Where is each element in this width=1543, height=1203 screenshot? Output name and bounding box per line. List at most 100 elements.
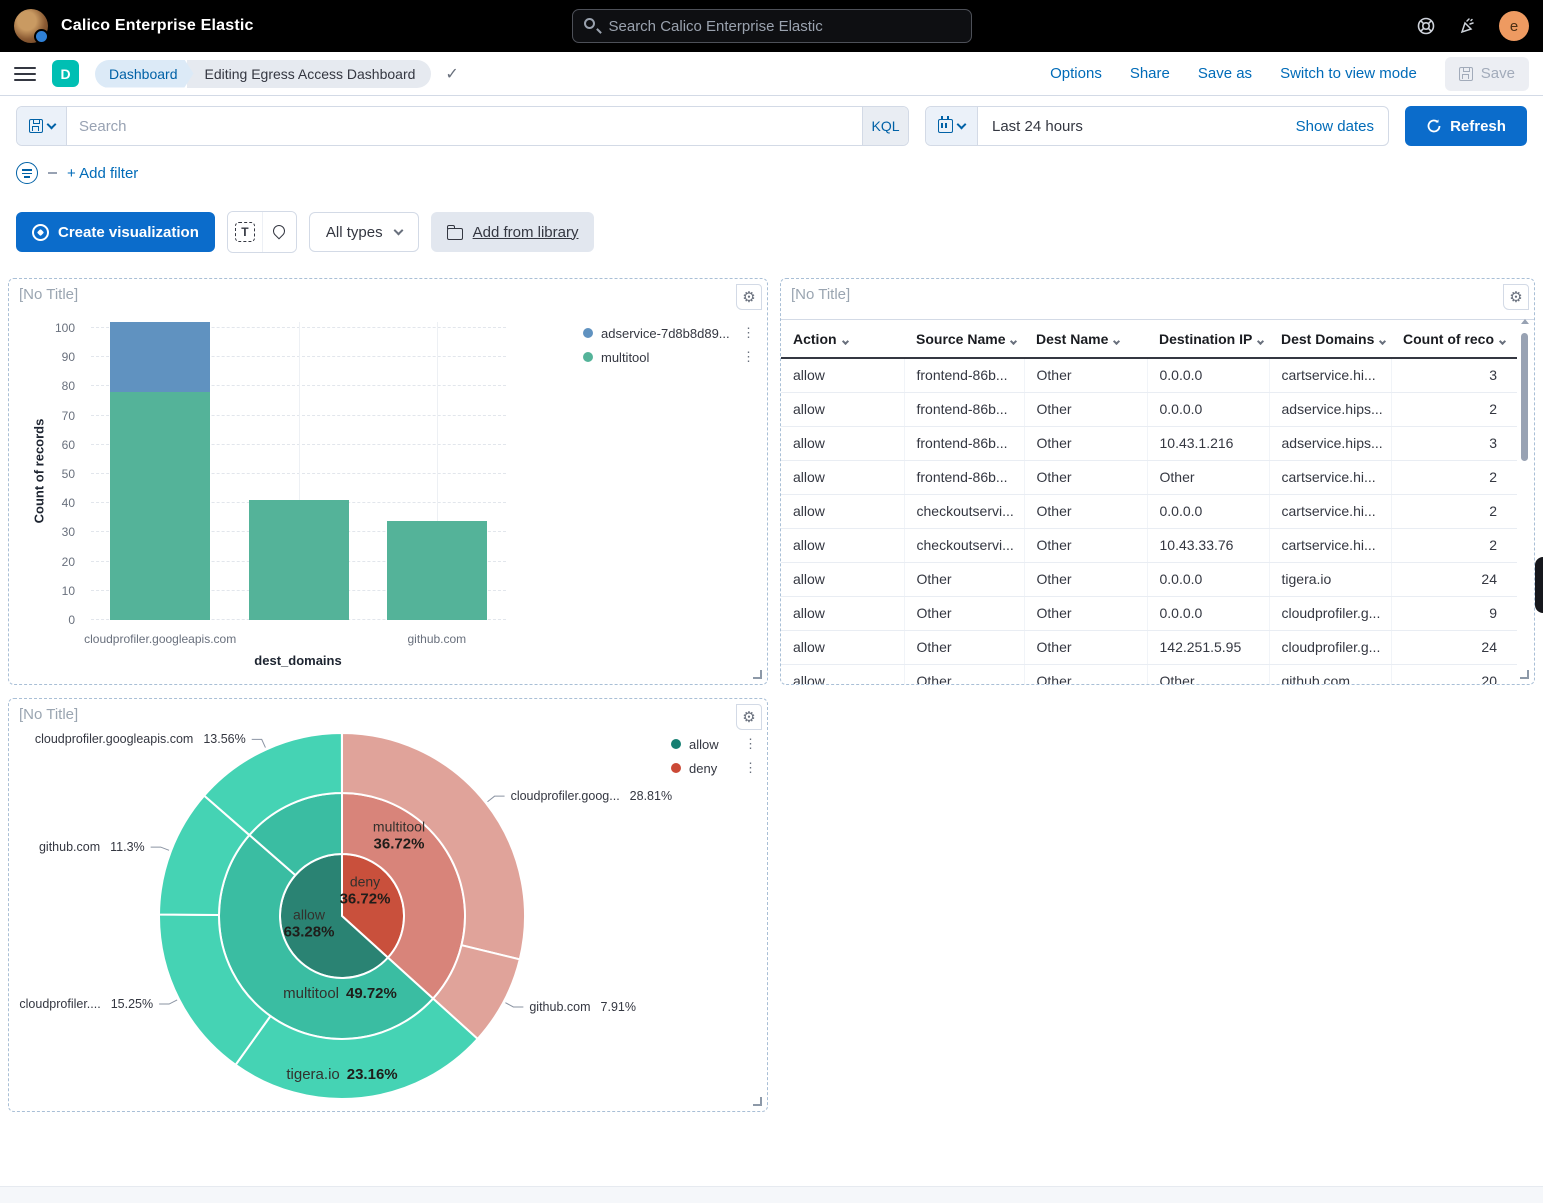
add-from-library-button[interactable]: Add from library <box>431 212 595 252</box>
col-destination-ip[interactable]: Destination IP <box>1147 320 1269 358</box>
save-as-button[interactable]: Save as <box>1198 65 1252 82</box>
saved-query-menu-button[interactable] <box>17 107 67 145</box>
folder-icon <box>447 228 463 240</box>
table-row: allowfrontend-86b...OtherOthercartservic… <box>781 460 1517 494</box>
switch-view-mode-button[interactable]: Switch to view mode <box>1280 65 1417 82</box>
table-scrollbar[interactable] <box>1521 327 1528 670</box>
all-types-dropdown[interactable]: All types <box>309 212 419 252</box>
table-row: allowfrontend-86b...Other0.0.0.0adservic… <box>781 392 1517 426</box>
col-source-name[interactable]: Source Name <box>904 320 1024 358</box>
add-text-button[interactable]: T <box>228 212 262 252</box>
query-search-input[interactable] <box>67 107 862 145</box>
table-row: allowfrontend-86b...Other10.43.1.216adse… <box>781 426 1517 460</box>
pie-legend: allow ⋮ deny ⋮ <box>671 735 757 777</box>
legend-dot <box>671 763 681 773</box>
legend-item: deny ⋮ <box>671 759 757 777</box>
col-count[interactable]: Count of reco <box>1391 320 1517 358</box>
col-dest-domains[interactable]: Dest Domains <box>1269 320 1391 358</box>
y-tick-label: 90 <box>62 350 75 364</box>
refresh-icon <box>1426 118 1442 134</box>
check-icon[interactable]: ✓ <box>445 64 458 84</box>
legend-item: allow ⋮ <box>671 735 757 753</box>
chevron-down-icon <box>957 120 967 130</box>
filter-icon[interactable] <box>16 162 38 184</box>
options-button[interactable]: Options <box>1050 65 1102 82</box>
calico-logo <box>14 9 48 43</box>
share-button[interactable]: Share <box>1130 65 1170 82</box>
y-tick-label: 30 <box>62 525 75 539</box>
table-row: allowOtherOther0.0.0.0tigera.io24 <box>781 562 1517 596</box>
global-search-input[interactable] <box>572 9 972 43</box>
breadcrumb: Dashboard Editing Egress Access Dashboar… <box>95 60 431 88</box>
edit-toolbar: Create visualization T All types Add fro… <box>16 211 1527 253</box>
help-icon[interactable] <box>1415 15 1437 37</box>
nav-actions: Options Share Save as Switch to view mod… <box>1050 57 1529 91</box>
collapsed-flyout-handle[interactable] <box>1535 557 1543 613</box>
chevron-down-icon <box>1499 337 1506 344</box>
bar-segment[interactable] <box>387 521 487 620</box>
y-tick-label: 0 <box>68 613 75 627</box>
panel-resize-handle[interactable] <box>753 1097 762 1106</box>
y-tick-label: 100 <box>55 321 75 335</box>
text-icon: T <box>235 222 255 242</box>
panel-resize-handle[interactable] <box>753 670 762 679</box>
saved-query-icon <box>29 119 43 133</box>
callout-line <box>505 1003 523 1007</box>
scrollbar-thumb[interactable] <box>1521 333 1528 461</box>
show-dates-button[interactable]: Show dates <box>1282 107 1388 145</box>
menu-icon[interactable] <box>14 67 36 81</box>
table-row: allowOtherOtherOthergithub.com20 <box>781 664 1517 684</box>
dashboard-nav-bar: D Dashboard Editing Egress Access Dashbo… <box>0 52 1543 96</box>
legend-menu-icon[interactable]: ⋮ <box>744 760 757 776</box>
date-picker: Last 24 hours Show dates <box>925 106 1389 146</box>
filter-divider <box>48 172 57 174</box>
panel-settings-gear-icon[interactable]: ⚙ <box>1503 284 1529 310</box>
date-quick-select-button[interactable] <box>926 107 978 145</box>
y-axis-tick-labels: 0102030405060708090100 <box>9 322 83 620</box>
pie-chart-panel: [No Title] ⚙ allow 63.28% deny 36.72% mu… <box>8 698 768 1112</box>
panel-settings-gear-icon[interactable]: ⚙ <box>736 284 762 310</box>
dashboard-app-badge: D <box>52 60 79 87</box>
dashboard-grid: [No Title] ⚙ Count of records 0102030405… <box>0 278 1543 1138</box>
breadcrumb-dashboard[interactable]: Dashboard <box>95 60 194 88</box>
y-tick-label: 20 <box>62 555 75 569</box>
scroll-up-arrow-icon[interactable] <box>1521 319 1529 324</box>
kql-language-button[interactable]: KQL <box>862 107 908 145</box>
sunburst-svg <box>9 699 769 1113</box>
avatar[interactable]: e <box>1499 11 1529 41</box>
refresh-button[interactable]: Refresh <box>1405 106 1527 146</box>
create-visualization-button[interactable]: Create visualization <box>16 212 215 252</box>
topbar-actions: e <box>1415 11 1529 41</box>
chevron-down-icon <box>393 226 403 236</box>
y-tick-label: 70 <box>62 409 75 423</box>
bar-segment[interactable] <box>110 392 210 620</box>
legend-menu-icon[interactable]: ⋮ <box>744 736 757 752</box>
chevron-down-icon <box>842 337 849 344</box>
lens-icon <box>32 224 49 241</box>
col-dest-name[interactable]: Dest Name <box>1024 320 1147 358</box>
save-button[interactable]: Save <box>1445 57 1529 91</box>
chevron-down-icon <box>46 120 56 130</box>
chevron-down-icon <box>1379 337 1386 344</box>
chevron-down-icon <box>1010 337 1017 344</box>
table-header-row: Action Source Name Dest Name Destination… <box>781 320 1517 358</box>
filter-row: + Add filter <box>16 160 1527 186</box>
whats-new-icon[interactable] <box>1457 15 1479 37</box>
map-pin-icon <box>271 222 288 239</box>
legend-dot <box>671 739 681 749</box>
top-app-bar: Calico Enterprise Elastic e <box>0 0 1543 52</box>
search-icon <box>584 18 595 29</box>
col-action[interactable]: Action <box>781 320 904 358</box>
quick-create-group: T <box>227 211 297 253</box>
table-panel: [No Title] ⚙ Action Source Name Dest Nam… <box>780 278 1535 685</box>
time-range-value[interactable]: Last 24 hours <box>978 107 1097 145</box>
bar-segment[interactable] <box>249 500 349 620</box>
table-row: allowfrontend-86b...Other0.0.0.0cartserv… <box>781 358 1517 392</box>
add-filter-button[interactable]: + Add filter <box>67 165 138 182</box>
legend-menu-icon[interactable]: ⋮ <box>742 325 755 341</box>
bar-segment[interactable] <box>110 322 210 392</box>
add-map-button[interactable] <box>262 212 296 252</box>
panel-resize-handle[interactable] <box>1520 670 1529 679</box>
legend-menu-icon[interactable]: ⋮ <box>742 349 755 365</box>
callout-line <box>159 1000 177 1004</box>
